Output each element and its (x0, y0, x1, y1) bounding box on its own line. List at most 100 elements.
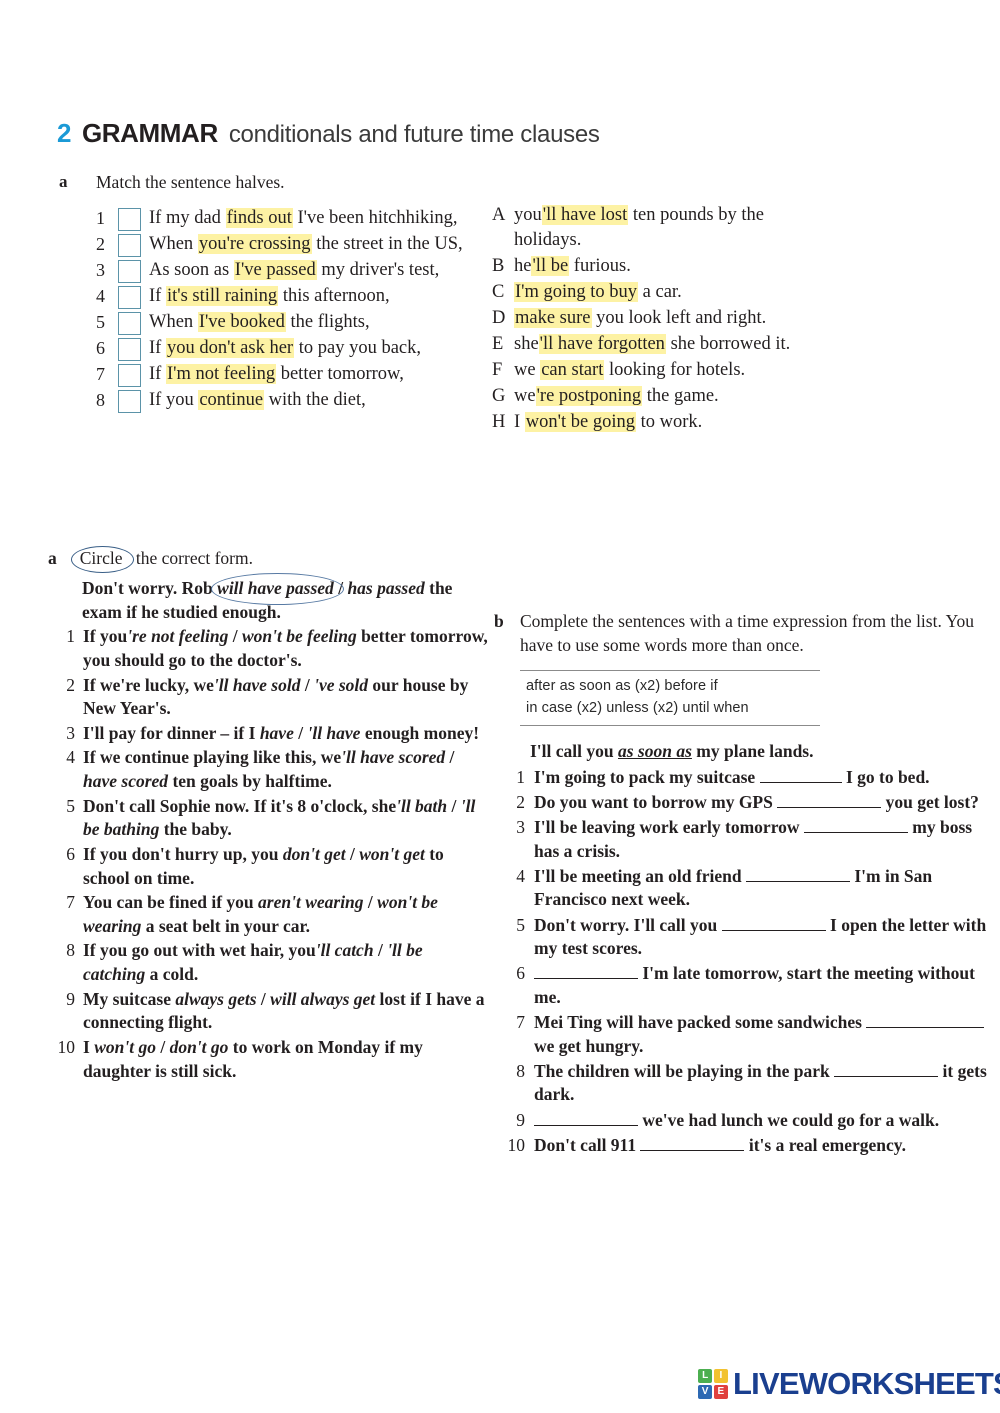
match-option-text: she'll have forgotten she borrowed it. (514, 332, 790, 357)
circle-option-b[interactable]: 'll have (307, 723, 360, 743)
gapfill-item-text: Mei Ting will have packed some sandwiche… (534, 1011, 994, 1058)
circle-option-a[interactable]: aren't wearing (258, 892, 364, 912)
opt-hl: won't be going (524, 412, 636, 432)
gapfill-item-text: I'm late tomorrow, start the meeting wit… (534, 962, 994, 1009)
logo-letter-l: L (698, 1369, 713, 1384)
match-left-row: 8 If you continue with the diet, (96, 388, 486, 413)
gapfill-item-text: I'm going to pack my suitcase I go to be… (534, 766, 994, 790)
c-post: a cold. (145, 964, 199, 985)
circle-item-number: 2 (66, 674, 75, 695)
opt-hl: can start (540, 360, 605, 380)
match-right-row: Gwe're postponing the game. (492, 384, 792, 409)
match-left-row: 5 When I've booked the flights, (96, 310, 486, 335)
section-title: GRAMMAR (81, 118, 218, 148)
opt-hl: make sure (514, 308, 592, 328)
gapfill-blank[interactable] (834, 1075, 939, 1077)
gapfill-blank[interactable] (721, 929, 826, 931)
word-bank: after as soon as (x2) before if in case … (520, 670, 820, 726)
match-text-highlight: I've booked (197, 312, 286, 332)
circle-option-a[interactable]: 'll bath (396, 796, 447, 816)
c-pre: I (83, 1036, 95, 1057)
circle-option-a[interactable]: 'll catch (316, 940, 374, 960)
match-answer-box[interactable] (118, 390, 141, 413)
gapfill-blank[interactable] (534, 978, 638, 980)
match-answer-box[interactable] (118, 312, 141, 335)
c-sep: / (155, 1036, 170, 1057)
opt-pre: we (514, 386, 536, 406)
match-option-text: I'm going to buy a car. (514, 280, 682, 305)
match-answer-box[interactable] (118, 364, 141, 387)
circle-example-option-b[interactable]: has passed (347, 578, 424, 598)
circle-option-a[interactable]: don't get (283, 844, 346, 864)
match-answer-box[interactable] (118, 208, 141, 231)
opt-post: she borrowed it. (665, 334, 791, 354)
circle-option-a[interactable]: 'll have scored (341, 747, 445, 767)
circle-example-option-a[interactable]: will have passed (217, 578, 334, 598)
opt-hl: 're postponing (535, 386, 643, 406)
match-text-pre: As soon as (149, 260, 234, 280)
circle-option-a[interactable]: 're not feeling (127, 626, 228, 646)
match-item-number: 3 (96, 260, 105, 280)
opt-pre: I (514, 412, 525, 432)
gapfill-blank[interactable] (534, 1124, 638, 1126)
c-pre: If you go out with wet hair, you (83, 940, 316, 961)
circle-option-a[interactable]: always gets (175, 989, 256, 1009)
logo-wordmark: LIVEWORKSHEETS (733, 1366, 1000, 1401)
gapfill-item-text: I'll be meeting an old friend I'm in San… (534, 865, 994, 912)
circle-option-b[interactable]: will always get (270, 989, 375, 1009)
gapfill-blank[interactable] (745, 880, 850, 882)
circle-option-b[interactable]: have scored (83, 771, 168, 791)
gapfill-blank[interactable] (777, 806, 882, 808)
liveworksheets-logo[interactable]: L I V E LIVEWORKSHEETS (698, 1366, 1000, 1402)
match-right-row: Eshe'll have forgotten she borrowed it. (492, 332, 792, 357)
circle-item-number: 1 (66, 626, 75, 647)
circle-option-b[interactable]: won't get (359, 844, 425, 864)
circle-option-b[interactable]: don't go (170, 1037, 229, 1057)
gapfill-item: 10 Don't call 911 it's a real emergency. (494, 1134, 994, 1158)
gapfill-blank[interactable] (759, 781, 842, 783)
match-left-row: 6 If you don't ask her to pay you back, (96, 336, 486, 361)
circle-item-text: If you go out with wet hair, you'll catc… (83, 939, 488, 986)
match-text-pre: If my dad (149, 208, 226, 228)
gapfill-blank[interactable] (640, 1149, 745, 1151)
word-bank-line-1: after as soon as (x2) before if (526, 678, 718, 695)
match-answer-box[interactable] (118, 286, 141, 309)
circle-item-text: If we continue playing like this, we'll … (83, 746, 488, 793)
circle-option-a[interactable]: won't go (94, 1037, 156, 1057)
circle-item: 1 If you're not feeling / won't be feelin… (48, 625, 488, 672)
match-text-pre: If (149, 364, 166, 384)
circle-option-a[interactable]: have (260, 723, 294, 743)
circle-item-text: You can be fined if you aren't wearing /… (83, 891, 488, 938)
gapfill-blank[interactable] (866, 1027, 985, 1028)
match-left-column: 1 If my dad finds out I've been hitchhiki… (96, 206, 486, 414)
circle-item-text: If you don't hurry up, you don't get / w… (83, 843, 488, 890)
opt-hl: I'm going to buy (514, 282, 639, 302)
match-option-text: make sure you look left and right. (514, 306, 766, 331)
match-text-pre: When (149, 312, 198, 332)
match-text-highlight: continue (198, 390, 265, 410)
circle-option-b[interactable]: won't be feeling (242, 626, 357, 646)
circle-instruction-word: Circle (70, 546, 134, 573)
opt-pre: you (514, 205, 542, 225)
gapfill-item-number: 2 (516, 791, 525, 812)
match-right-row: C I'm going to buy a car. (492, 280, 792, 305)
c-sep: / (373, 940, 388, 961)
match-right-row: HI won't be going to work. (492, 410, 792, 435)
circle-option-b[interactable]: 've sold (314, 675, 368, 695)
gapfill-blank[interactable] (803, 832, 908, 833)
match-item-text: If I'm not feeling better tomorrow, (149, 362, 404, 387)
gapfill-example: I'll call you as soon as my plane lands. (530, 740, 814, 761)
section-number: 2 (57, 118, 71, 148)
match-option-letter: D (492, 308, 506, 328)
exercise-gapfill-label: b (494, 611, 504, 631)
gapfill-item-number: 4 (516, 865, 525, 886)
opt-post: to work. (635, 412, 703, 432)
gapfill-item-number: 1 (516, 766, 525, 787)
match-answer-box[interactable] (118, 234, 141, 257)
match-text-highlight: I've passed (233, 260, 317, 280)
circle-option-a[interactable]: 'll have sold (214, 675, 301, 695)
match-answer-box[interactable] (118, 260, 141, 283)
match-answer-box[interactable] (118, 338, 141, 361)
opt-post: you look left and right. (591, 308, 767, 328)
g-post: we get hungry. (534, 1035, 644, 1056)
